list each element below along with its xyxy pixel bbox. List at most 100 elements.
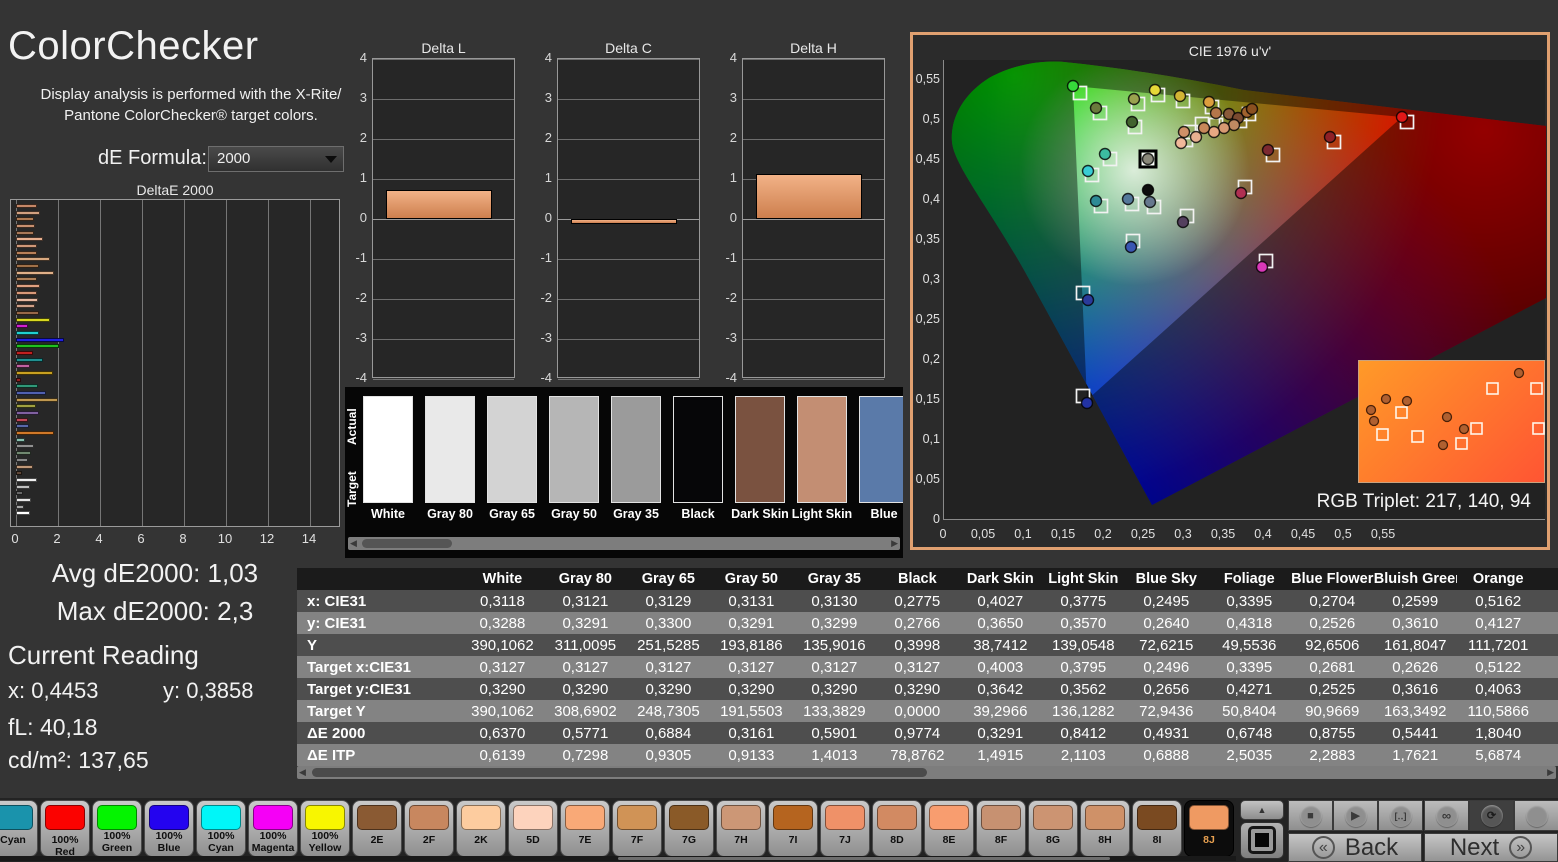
table-row: Target Y 390,1062 308,6902 248,7305 191,5503… (297, 700, 1558, 722)
interval-button[interactable]: [‥] (1378, 800, 1423, 831)
delta-chart (557, 58, 700, 380)
gridline (373, 99, 514, 100)
table-cell: 0,5441 (1373, 722, 1457, 744)
patch-button-7g[interactable]: 7G (664, 800, 714, 857)
y-tick-label: 1 (729, 170, 737, 185)
de-formula-label: dE Formula: (98, 147, 207, 169)
next-button[interactable]: Next » (1424, 833, 1558, 862)
dele-bar (16, 411, 40, 416)
cie-y-tick: 0,55 (915, 72, 940, 86)
dele-bar (16, 330, 40, 335)
patch-color-chip (721, 805, 761, 830)
table-scroll-left-icon[interactable]: ◀ (299, 766, 306, 779)
patch-button-8f[interactable]: 8F (976, 800, 1026, 857)
table-cell: 0,2626 (1373, 656, 1457, 678)
patch-button-100red[interactable]: 100% Red (40, 800, 90, 857)
play-button[interactable]: ▶ (1333, 800, 1378, 831)
infinity-button[interactable]: ∞ (1424, 800, 1469, 831)
patch-button-2f[interactable]: 2F (404, 800, 454, 857)
stop-icon: ■ (1299, 804, 1322, 827)
next-chevron-icon: » (1509, 836, 1533, 859)
table-cell: 0,3395 (1207, 590, 1291, 612)
table-cell: 46,1 (1539, 634, 1558, 656)
patch-button-8d[interactable]: 8D (872, 800, 922, 857)
patch-button-8e[interactable]: 8E (924, 800, 974, 857)
toolbar-scrollbar[interactable] (0, 856, 1236, 861)
patch-button-7h[interactable]: 7H (716, 800, 766, 857)
patch-button-100-magenta[interactable]: 100% Magenta (248, 800, 298, 857)
cie-x-tick: 0,1 (1014, 527, 1032, 541)
patch-label: 7I (788, 834, 798, 846)
patch-color-chip (461, 805, 501, 830)
toolbar-scroll-thumb[interactable] (618, 857, 1110, 860)
gridline (373, 379, 514, 380)
patch-button-5d[interactable]: 5D (508, 800, 558, 857)
blank-button[interactable] (1514, 800, 1558, 831)
loop-button[interactable]: ⟳ (1469, 800, 1514, 831)
blank-icon (1525, 804, 1548, 827)
pattern-window-button[interactable] (1240, 822, 1284, 859)
x-tick-label: 14 (301, 531, 317, 546)
table-scroll-thumb[interactable] (312, 768, 927, 777)
patch-button-7j[interactable]: 7J (820, 800, 870, 857)
table-row: ΔE 2000 0,6370 0,5771 0,6884 0,3161 0,5901 0,9… (297, 722, 1558, 744)
table-cell: 1,84 (1539, 744, 1558, 766)
scroll-left-icon[interactable]: ◀ (350, 537, 357, 550)
back-button[interactable]: « Back (1288, 833, 1422, 862)
patch-button-7e[interactable]: 7E (560, 800, 610, 857)
patch-button-100-blue[interactable]: 100% Blue (144, 800, 194, 857)
patch-button-100-cyan[interactable]: 100% Cyan (196, 800, 246, 857)
patch-label: 7J (839, 834, 851, 846)
y-tick-label: 0 (729, 210, 737, 225)
patch-button-2e[interactable]: 2E (352, 800, 402, 857)
patch-button-cyan[interactable]: Cyan (0, 800, 38, 857)
y-tick-label: -1 (355, 250, 367, 265)
next-label: Next (1449, 833, 1500, 861)
dele-bar (16, 504, 25, 509)
patch-color-chip (253, 805, 293, 830)
table-cell: 0,3129 (626, 590, 710, 612)
patch-label: 7H (734, 834, 748, 846)
table-cell: 78,8762 (875, 744, 959, 766)
expand-up-button[interactable]: ▲ (1240, 800, 1284, 820)
patch-button-7i[interactable]: 7I (768, 800, 818, 857)
table-scrollbar[interactable]: ◀ ▶ (297, 766, 1556, 779)
patch-color-chip (357, 805, 397, 830)
table-cell: 0,6748 (1207, 722, 1291, 744)
table-scroll-right-icon[interactable]: ▶ (1547, 766, 1554, 779)
y-tick-label: -4 (355, 370, 367, 385)
patch-button-8i[interactable]: 8I (1132, 800, 1182, 857)
scroll-right-icon[interactable]: ▶ (891, 537, 898, 550)
de-formula-dropdown[interactable]: 2000 (208, 146, 344, 172)
cie-title: CIE 1976 u'v' (1188, 43, 1272, 59)
column-header: Gray 65 (626, 568, 710, 590)
patch-button-8g[interactable]: 8G (1028, 800, 1078, 857)
patch-button-100-yellow[interactable]: 100% Yellow (300, 800, 350, 857)
delta-chart-title: Delta H (790, 40, 837, 56)
patch-label: Yellow (308, 841, 342, 854)
table-cell: 0,3290 (709, 678, 793, 700)
table-cell: 308,6902 (543, 700, 627, 722)
loop-icon: ⟳ (1480, 804, 1503, 827)
table-cell: 50,8404 (1207, 700, 1291, 722)
y-tick-label: -1 (540, 250, 552, 265)
patch-button-100-green[interactable]: 100% Green (92, 800, 142, 857)
patch-button-7f[interactable]: 7F (612, 800, 662, 857)
color-swatch (363, 396, 413, 503)
y-tick-label: -2 (725, 290, 737, 305)
swatch-scrollbar[interactable]: ◀ ▶ (348, 537, 900, 550)
patch-button-8h[interactable]: 8H (1080, 800, 1130, 857)
patch-button-2k[interactable]: 2K (456, 800, 506, 857)
patch-label: 8D (890, 834, 904, 846)
patch-button-8j[interactable]: 8J (1184, 800, 1234, 857)
table-cell: 0,3291 (709, 612, 793, 634)
table-cell: 0,3291 (543, 612, 627, 634)
stop-button[interactable]: ■ (1288, 800, 1333, 831)
dele-bar (16, 277, 37, 282)
table-cell: 0,5162 (1456, 590, 1540, 612)
swatch-scroll-thumb[interactable] (362, 539, 452, 548)
delta-chart (372, 58, 515, 380)
y-tick-label: 4 (544, 50, 552, 65)
dele-bar (16, 471, 23, 476)
gridline (558, 379, 699, 380)
